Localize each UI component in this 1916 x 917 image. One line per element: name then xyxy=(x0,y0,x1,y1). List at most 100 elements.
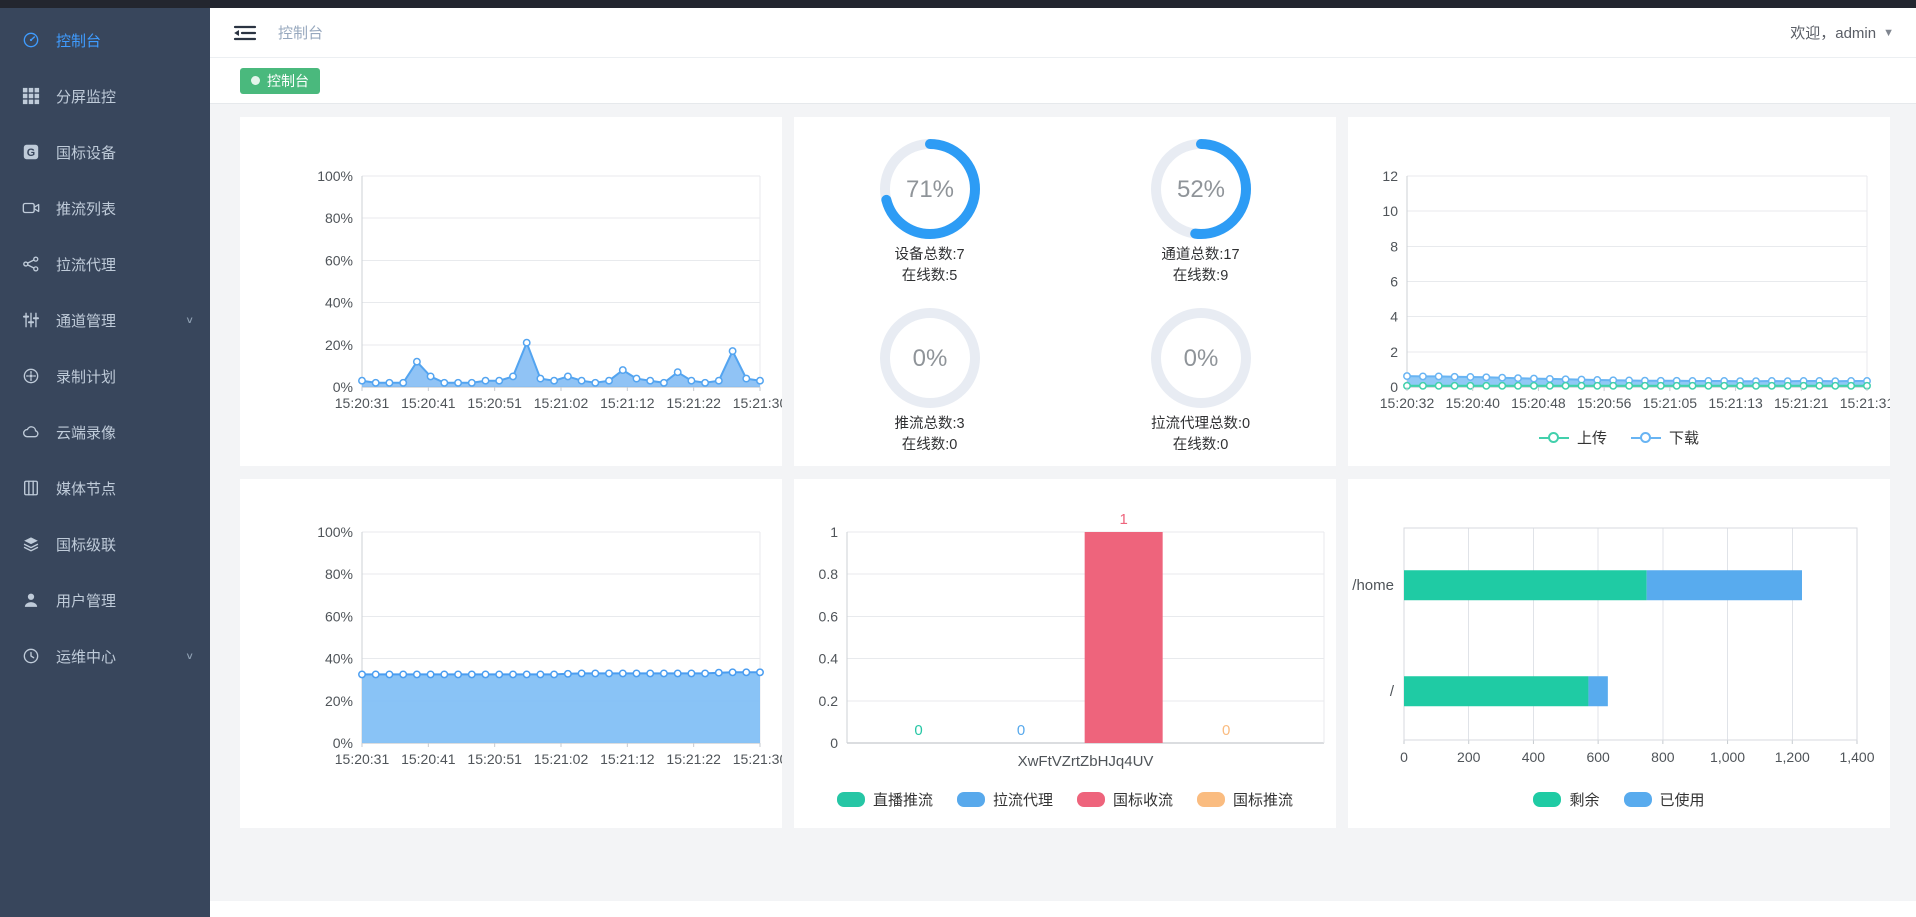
legend-swatch-icon xyxy=(1533,792,1561,807)
legend-item[interactable]: 直播推流 xyxy=(837,789,933,810)
svg-text:4: 4 xyxy=(1390,309,1398,325)
sidebar-item-dashboard[interactable]: 控制台 xyxy=(0,12,210,68)
gauge-stats: 推流总数:3在线数:0 xyxy=(894,414,964,456)
legend-swatch-icon xyxy=(1197,792,1225,807)
chart-legend: 直播推流 拉流代理 国标收流 国标推流 xyxy=(794,789,1336,810)
gauge-grid: 71%设备总数:7在线数:552%通道总数:17在线数:90%推流总数:3在线数… xyxy=(794,127,1336,466)
push-stream-icon xyxy=(22,199,42,217)
sidebar-item-record-plan[interactable]: 录制计划 xyxy=(0,348,210,404)
sidebar-item-pull-proxy[interactable]: 拉流代理 xyxy=(0,236,210,292)
cpu-usage-chart-container: 0%20%40%60%80%100%15:20:3115:20:4115:20:… xyxy=(240,117,782,466)
gb-device-icon: G xyxy=(22,143,42,161)
legend-item[interactable]: 上传 xyxy=(1539,427,1607,448)
record-plan-icon xyxy=(22,367,42,385)
svg-text:40%: 40% xyxy=(325,295,353,311)
legend-swatch-icon xyxy=(957,792,985,807)
collapse-sidebar-button[interactable] xyxy=(232,23,258,43)
disk-usage-chart-container: 02004006008001,0001,2001,400/home/剩余已使用 xyxy=(1348,479,1890,828)
svg-text:100%: 100% xyxy=(317,168,353,184)
user-menu[interactable]: 欢迎，admin ▼ xyxy=(1790,22,1894,43)
sidebar-item-label: 推流列表 xyxy=(56,198,116,219)
sidebar-item-cloud-record[interactable]: 云端录像 xyxy=(0,404,210,460)
legend-item[interactable]: 拉流代理 xyxy=(957,789,1053,810)
stream-count-panel: 00.20.40.60.810010XwFtVZrtZbHJq4UV直播推流拉流… xyxy=(794,479,1336,828)
sidebar-item-push-stream[interactable]: 推流列表 xyxy=(0,180,210,236)
active-dot-icon xyxy=(251,76,260,85)
gauge: 52%通道总数:17在线数:9 xyxy=(1065,127,1336,297)
disk-usage-panel: 02004006008001,0001,2001,400/home/剩余已使用 xyxy=(1348,479,1890,828)
tab-console[interactable]: 控制台 xyxy=(240,68,320,94)
top-strip xyxy=(0,0,1916,8)
svg-text:15:21:12: 15:21:12 xyxy=(600,395,655,411)
sidebar-item-label: 国标级联 xyxy=(56,534,116,555)
collapse-sidebar-icon xyxy=(232,23,258,43)
sidebar-item-ops[interactable]: 运维中心∨ xyxy=(0,628,210,684)
svg-text:200: 200 xyxy=(1457,749,1481,765)
status-gauges-container: 71%设备总数:7在线数:552%通道总数:17在线数:90%推流总数:3在线数… xyxy=(794,117,1336,466)
sidebar-item-label: 用户管理 xyxy=(56,590,116,611)
legend-label: 已使用 xyxy=(1660,789,1705,810)
svg-text:52%: 52% xyxy=(1176,176,1224,203)
legend-item[interactable]: 剩余 xyxy=(1533,789,1599,810)
sidebar-item-cascade[interactable]: 国标级联 xyxy=(0,516,210,572)
chart-legend: 上传 下载 xyxy=(1348,427,1890,448)
sidebar-item-channels[interactable]: 通道管理∨ xyxy=(0,292,210,348)
legend-item[interactable]: 国标收流 xyxy=(1077,789,1173,810)
sidebar-item-grid[interactable]: 分屏监控 xyxy=(0,68,210,124)
legend-swatch-icon xyxy=(1539,431,1569,445)
legend-item[interactable]: 国标推流 xyxy=(1197,789,1293,810)
svg-text:15:20:51: 15:20:51 xyxy=(467,395,522,411)
svg-text:0.4: 0.4 xyxy=(819,651,839,667)
sidebar-item-user[interactable]: 用户管理 xyxy=(0,572,210,628)
legend-swatch-icon xyxy=(1631,431,1661,445)
legend-label: 上传 xyxy=(1577,427,1607,448)
svg-text:12: 12 xyxy=(1382,168,1398,184)
legend-item[interactable]: 已使用 xyxy=(1624,789,1705,810)
svg-text:15:20:31: 15:20:31 xyxy=(335,395,390,411)
gauge-ring: 71% xyxy=(878,137,982,241)
dashboard-content: 0%20%40%60%80%100%15:20:3115:20:4115:20:… xyxy=(210,104,1916,901)
sidebar-item-label: 拉流代理 xyxy=(56,254,116,275)
sidebar-item-label: 分屏监控 xyxy=(56,86,116,107)
channels-icon xyxy=(22,311,42,329)
sidebar-item-media-node[interactable]: 媒体节点 xyxy=(0,460,210,516)
svg-text:/home: /home xyxy=(1352,577,1394,594)
cloud-record-icon xyxy=(22,423,42,441)
svg-text:0: 0 xyxy=(830,735,838,751)
svg-text:15:21:30: 15:21:30 xyxy=(733,395,782,411)
svg-text:10: 10 xyxy=(1382,203,1398,219)
tag-bar: 控制台 xyxy=(210,58,1916,104)
sidebar-item-label: 媒体节点 xyxy=(56,478,116,499)
app-window: 控制台分屏监控G国标设备推流列表拉流代理通道管理∨录制计划云端录像媒体节点国标级… xyxy=(0,0,1916,917)
svg-text:100%: 100% xyxy=(317,524,353,540)
chevron-down-icon: ∨ xyxy=(185,650,194,661)
legend-label: 下载 xyxy=(1669,427,1699,448)
grid-icon xyxy=(22,87,42,105)
ops-icon xyxy=(22,647,42,665)
stream-count-chart-container: 00.20.40.60.810010XwFtVZrtZbHJq4UV直播推流拉流… xyxy=(794,479,1336,828)
svg-text:600: 600 xyxy=(1586,749,1610,765)
svg-text:800: 800 xyxy=(1651,749,1675,765)
chevron-down-icon: ∨ xyxy=(185,314,194,325)
header-bar: 控制台 欢迎，admin ▼ xyxy=(210,8,1916,58)
sidebar-item-label: 国标设备 xyxy=(56,142,116,163)
memory-usage-panel: 0%20%40%60%80%100%15:20:3115:20:4115:20:… xyxy=(240,479,782,828)
svg-text:1,400: 1,400 xyxy=(1839,749,1874,765)
gauge: 0%推流总数:3在线数:0 xyxy=(794,297,1065,467)
svg-text:1,000: 1,000 xyxy=(1710,749,1745,765)
cpu-usage-panel: 0%20%40%60%80%100%15:20:3115:20:4115:20:… xyxy=(240,117,782,466)
sidebar-item-gb-device[interactable]: G 国标设备 xyxy=(0,124,210,180)
svg-text:1: 1 xyxy=(830,524,838,540)
svg-text:15:20:41: 15:20:41 xyxy=(401,751,456,767)
svg-text:0: 0 xyxy=(1222,722,1230,739)
network-io-chart: 02468101215:20:3215:20:4015:20:4815:20:5… xyxy=(1348,117,1890,466)
legend-swatch-icon xyxy=(1624,792,1652,807)
svg-text:15:20:41: 15:20:41 xyxy=(401,395,456,411)
cascade-icon xyxy=(22,535,42,553)
cpu-usage-chart: 0%20%40%60%80%100%15:20:3115:20:4115:20:… xyxy=(240,117,782,466)
disk-usage-chart: 02004006008001,0001,2001,400/home/ xyxy=(1348,479,1890,828)
svg-text:XwFtVZrtZbHJq4UV: XwFtVZrtZbHJq4UV xyxy=(1018,753,1154,770)
layout: 控制台分屏监控G国标设备推流列表拉流代理通道管理∨录制计划云端录像媒体节点国标级… xyxy=(0,8,1916,917)
svg-text:15:21:31: 15:21:31 xyxy=(1840,395,1890,411)
legend-item[interactable]: 下载 xyxy=(1631,427,1699,448)
